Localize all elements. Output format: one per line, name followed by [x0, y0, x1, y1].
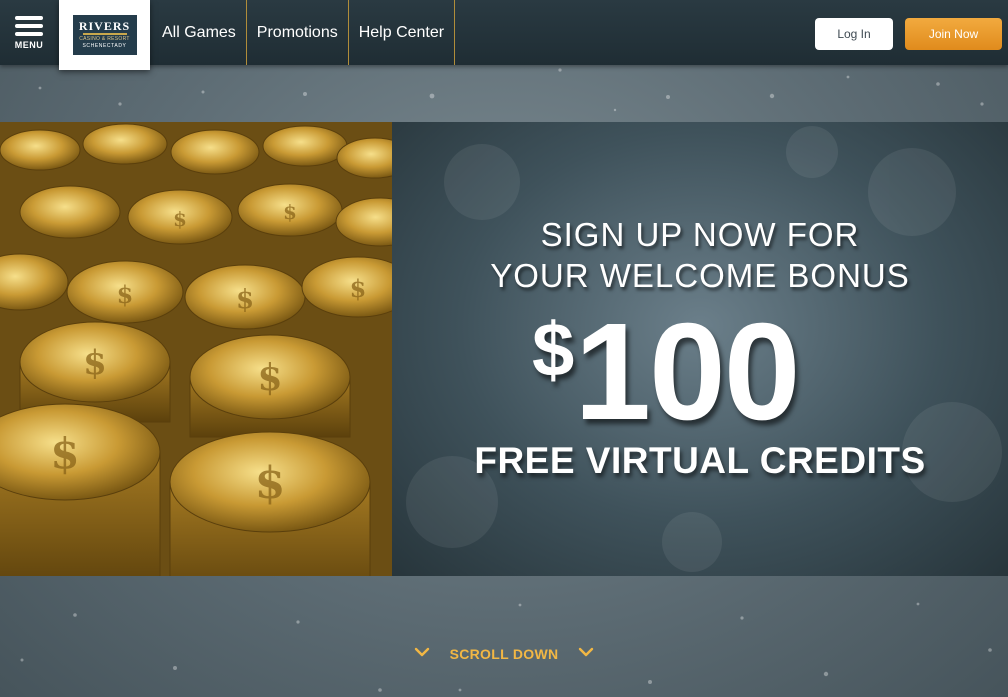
scroll-down-button[interactable]: SCROLL DOWN	[414, 640, 594, 664]
rivers-casino-logo: RIVERS CASINO & RESORT SCHENECTADY	[72, 15, 137, 55]
svg-text:$: $	[50, 429, 79, 478]
svg-text:$: $	[350, 274, 367, 303]
nav-help-center[interactable]: Help Center	[349, 0, 456, 65]
hamburger-menu-icon	[15, 15, 43, 36]
logo-line-3: SCHENECTADY	[82, 43, 127, 49]
promo-text: SIGN UP NOW FOR YOUR WELCOME BONUS $ 100…	[392, 122, 1008, 576]
promo-subline: FREE VIRTUAL CREDITS	[474, 440, 926, 481]
menu-button[interactable]: MENU	[0, 0, 58, 65]
nav-all-games[interactable]: All Games	[152, 0, 247, 65]
svg-text:$: $	[255, 458, 286, 509]
promo-panel: SIGN UP NOW FOR YOUR WELCOME BONUS $ 100…	[392, 122, 1008, 576]
svg-text:$: $	[117, 280, 134, 309]
logo-line-1: RIVERS	[78, 19, 131, 33]
logo-line-2: CASINO & RESORT	[79, 36, 130, 42]
chevron-down-icon	[578, 647, 594, 657]
join-now-button[interactable]: Join Now	[905, 18, 1002, 50]
svg-text:$: $	[283, 200, 297, 224]
svg-text:$: $	[236, 285, 254, 315]
promo-headline-2: YOUR WELCOME BONUS	[490, 257, 910, 294]
logo-swoosh	[82, 33, 127, 35]
top-navigation-bar: MENU All Games Promotions Help Center Lo…	[0, 0, 1008, 65]
promo-headline-1: SIGN UP NOW FOR	[540, 216, 860, 253]
bonus-amount: $ 100	[532, 302, 801, 442]
nav-promotions[interactable]: Promotions	[247, 0, 349, 65]
svg-text:$: $	[257, 357, 282, 399]
menu-label: MENU	[14, 39, 44, 50]
chevron-down-icon	[414, 647, 430, 657]
login-button[interactable]: Log In	[815, 18, 893, 50]
scroll-down-label: SCROLL DOWN	[449, 645, 559, 662]
site-logo[interactable]: RIVERS CASINO & RESORT SCHENECTADY	[59, 0, 150, 70]
bonus-currency: $	[532, 308, 575, 393]
gold-coins-image: $ $ $ $ $ $ $ $ $	[0, 122, 392, 576]
bonus-value: 100	[574, 295, 800, 449]
main-nav: All Games Promotions Help Center	[152, 0, 456, 65]
svg-text:$: $	[173, 207, 187, 231]
svg-text:$: $	[83, 343, 107, 383]
welcome-bonus-banner[interactable]: $ $ $ $ $ $ $ $ $ SIGN UP NOW FOR YOUR W…	[0, 122, 1008, 576]
